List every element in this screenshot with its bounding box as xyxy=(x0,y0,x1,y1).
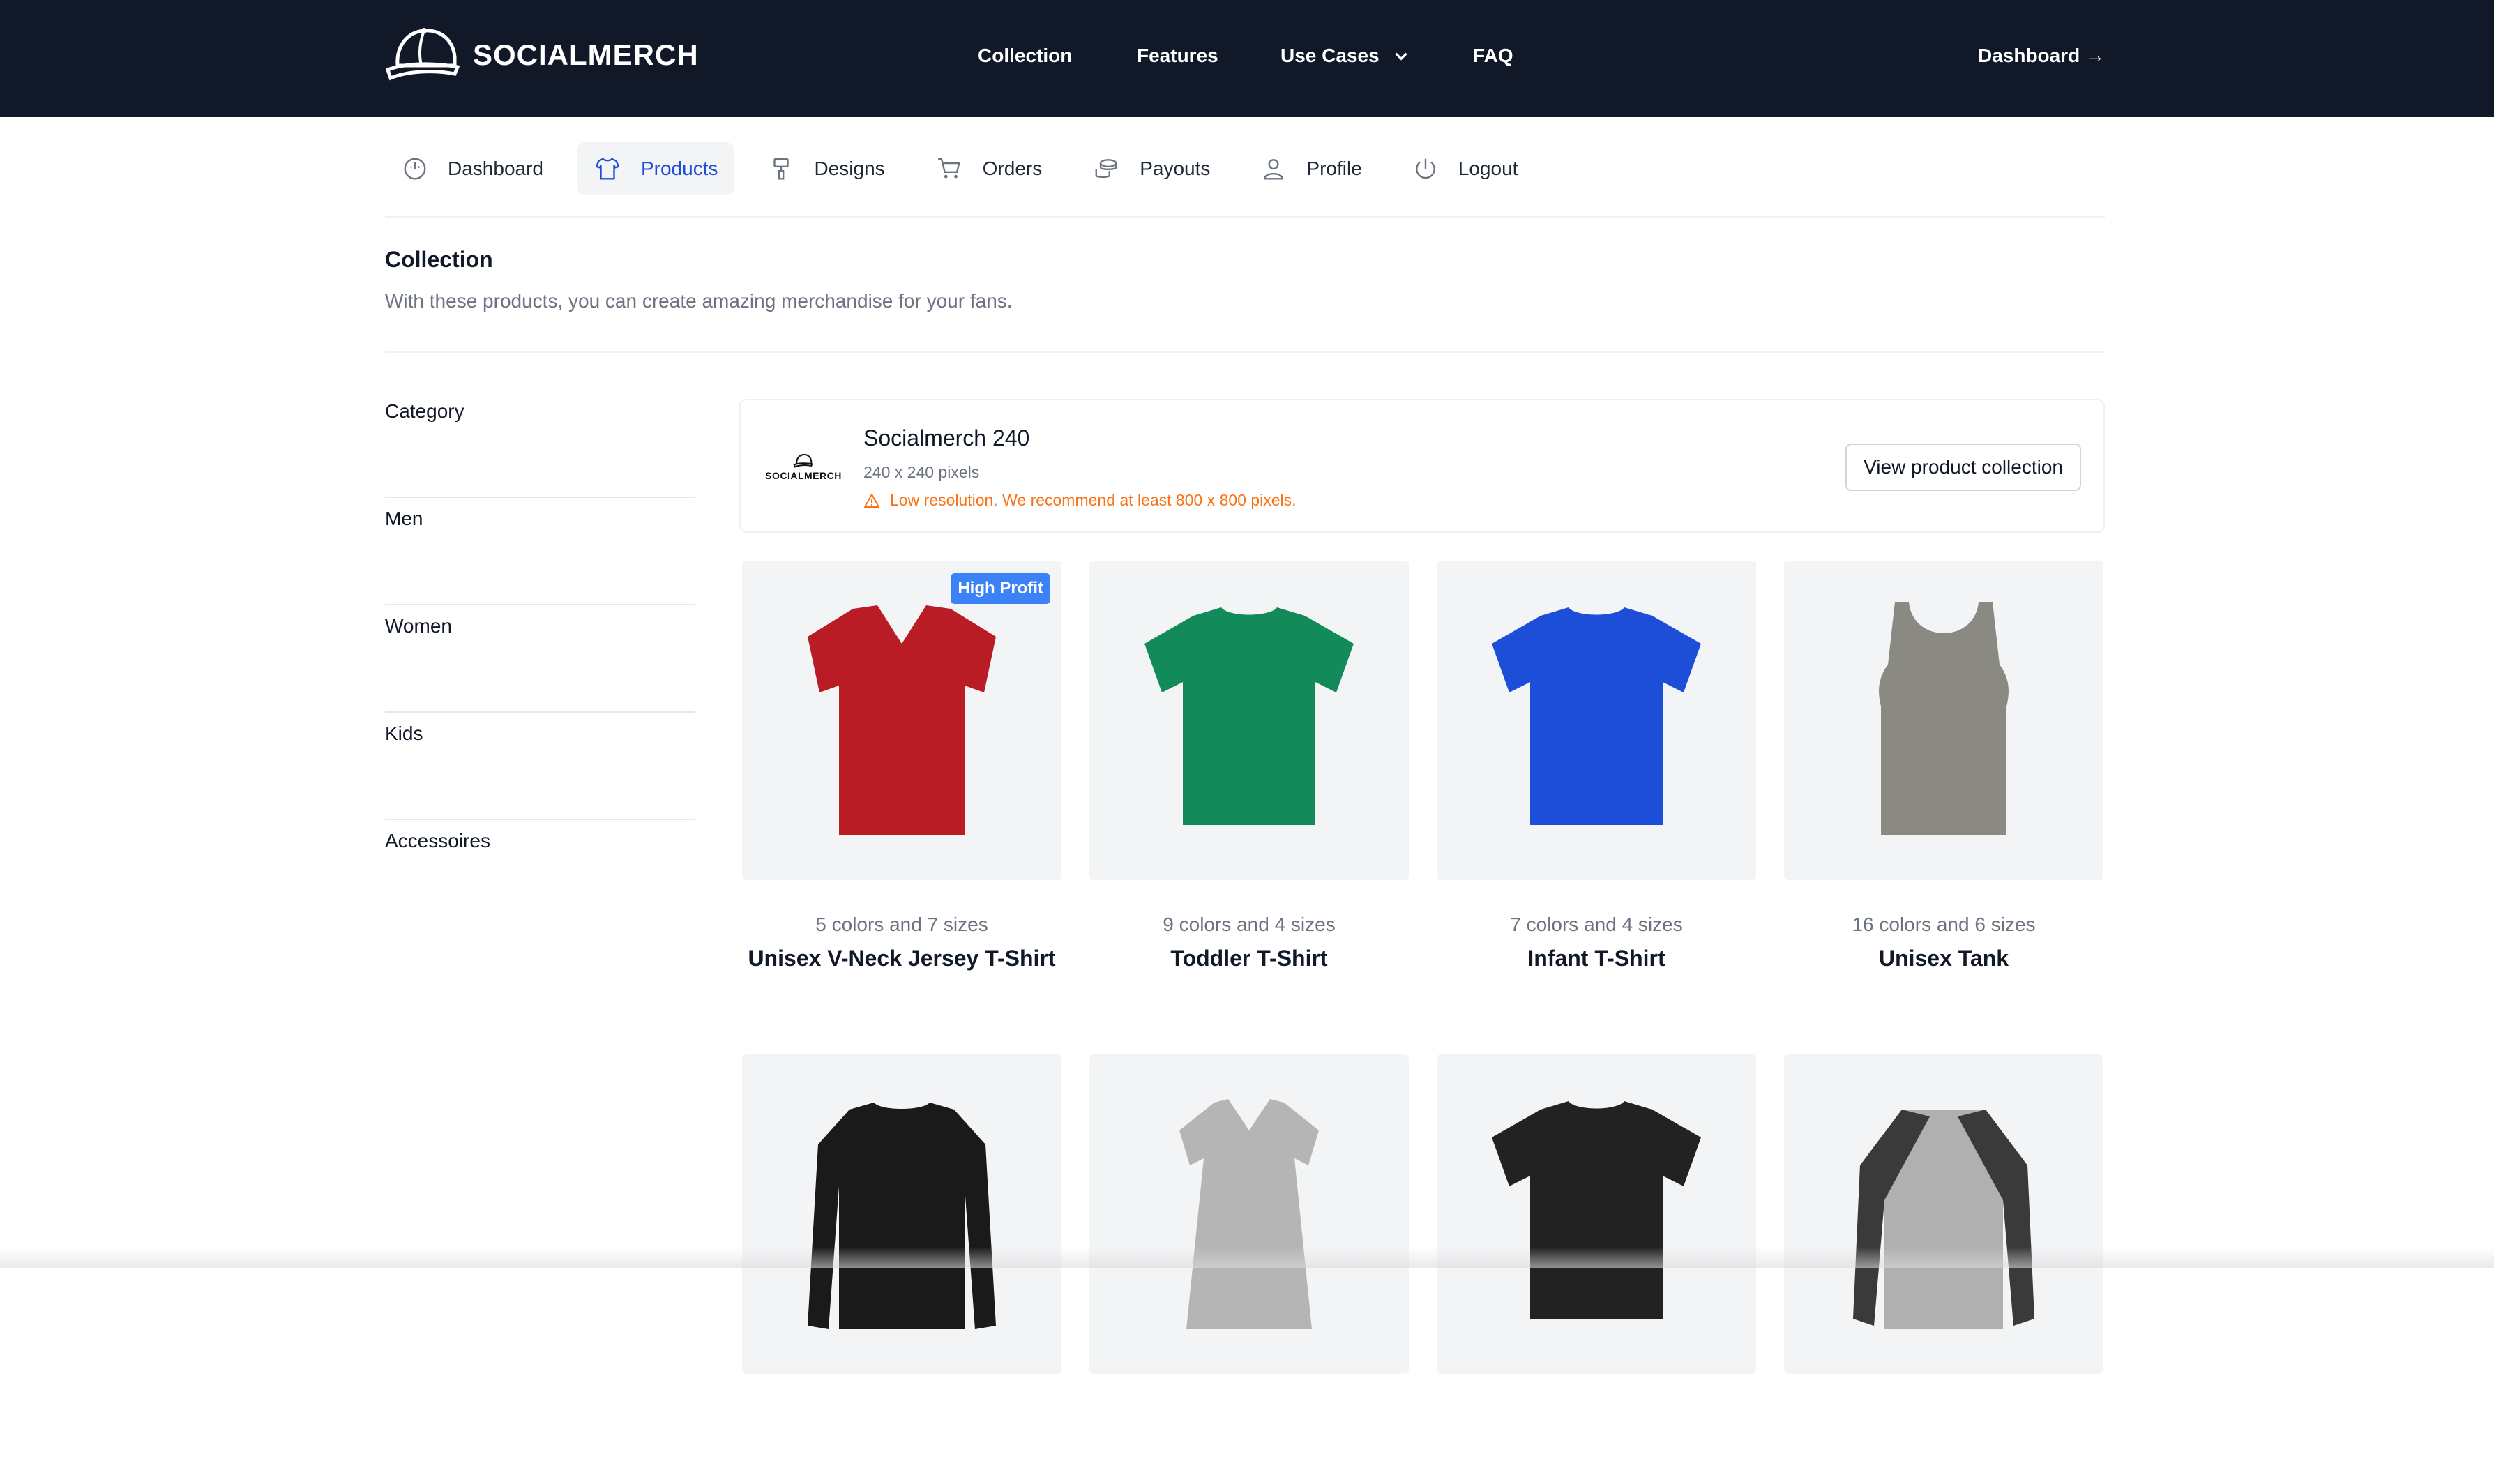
top-navbar: SOCIALMERCH Collection Features Use Case… xyxy=(0,0,2494,117)
brand-name: SOCIALMERCH xyxy=(473,38,699,71)
product-name[interactable] xyxy=(1089,1407,1409,1484)
high-profit-badge: High Profit xyxy=(951,573,1050,604)
product-name[interactable] xyxy=(1784,1407,2103,1484)
page-title: Collection xyxy=(385,247,493,272)
product-image[interactable] xyxy=(1784,561,2103,880)
topnav-faq[interactable]: FAQ xyxy=(1473,0,1513,112)
cap-icon xyxy=(385,28,460,81)
tab-label: Payouts xyxy=(1140,158,1211,179)
topnav-label: FAQ xyxy=(1473,45,1513,66)
dashboard-link[interactable]: Dashboard → xyxy=(1978,0,2105,112)
bottom-shadow xyxy=(0,1247,2494,1268)
tab-dashboard[interactable]: Dashboard xyxy=(385,142,560,195)
page-subtitle: With these products, you can create amaz… xyxy=(385,290,1013,312)
product-variants: 5 colors and 7 sizes xyxy=(815,914,988,935)
topnav-use-cases[interactable]: Use Cases xyxy=(1280,0,1410,112)
tab-label: Logout xyxy=(1458,158,1518,179)
warning-text: Low resolution. We recommend at least 80… xyxy=(890,491,1297,509)
product-variants: 16 colors and 6 sizes xyxy=(1852,914,2036,935)
product-grid: High Profit 5 colors and 7 sizes Unisex … xyxy=(742,561,2103,1484)
store-logo-text: SOCIALMERCH xyxy=(765,470,842,481)
dashboard-link-label: Dashboard → xyxy=(1977,45,2105,66)
shirt-image xyxy=(1144,607,1354,825)
divider xyxy=(385,351,2105,353)
tshirt-icon xyxy=(595,158,620,180)
shirt-image xyxy=(1853,1110,2034,1329)
product-card[interactable] xyxy=(1089,1054,1409,1484)
product-image[interactable] xyxy=(1437,561,1756,880)
tab-logout[interactable]: Logout xyxy=(1396,142,1535,195)
paint-roller-icon xyxy=(773,158,789,180)
product-card[interactable]: High Profit 5 colors and 7 sizes Unisex … xyxy=(742,561,1061,1022)
topnav-features[interactable]: Features xyxy=(1137,0,1218,112)
topnav-label: Use Cases xyxy=(1280,45,1380,66)
product-image[interactable] xyxy=(1089,561,1409,880)
tab-payouts[interactable]: Payouts xyxy=(1075,142,1227,195)
product-name[interactable]: Unisex V-Neck Jersey T-Shirt xyxy=(742,946,1061,1022)
product-card[interactable]: 7 colors and 4 sizes Infant T-Shirt xyxy=(1437,561,1756,1022)
cap-icon xyxy=(793,454,813,468)
shirt-image xyxy=(1879,602,2009,835)
product-variants: 9 colors and 4 sizes xyxy=(1163,914,1336,935)
store-logo: SOCIALMERCH xyxy=(764,445,842,490)
sidebar-item-accessoires[interactable]: Accessoires xyxy=(385,820,695,927)
view-product-collection-button[interactable]: View product collection xyxy=(1845,444,2081,491)
sidebar-item-men[interactable]: Men xyxy=(385,498,695,605)
tab-label: Orders xyxy=(982,158,1043,179)
sidebar-item-category[interactable]: Category xyxy=(385,391,695,498)
product-image[interactable] xyxy=(1089,1054,1409,1374)
product-name[interactable] xyxy=(1437,1407,1756,1484)
topnav-label: Collection xyxy=(978,45,1073,66)
gauge-icon xyxy=(404,158,426,180)
warning-icon xyxy=(864,493,879,508)
shirt-image xyxy=(1492,1101,1701,1319)
product-card[interactable] xyxy=(742,1054,1061,1484)
tab-profile[interactable]: Profile xyxy=(1244,142,1378,195)
tab-label: Dashboard xyxy=(448,158,543,179)
product-image[interactable] xyxy=(1784,1054,2103,1374)
tab-label: Products xyxy=(640,158,718,179)
tab-products[interactable]: Products xyxy=(576,142,735,195)
divider xyxy=(385,216,2105,218)
product-name[interactable]: Infant T-Shirt xyxy=(1437,946,1756,1022)
topnav-collection[interactable]: Collection xyxy=(978,0,1072,112)
shirt-image xyxy=(1492,607,1701,825)
resolution-warning: Low resolution. We recommend at least 80… xyxy=(863,491,1297,510)
coins-icon xyxy=(1095,159,1117,179)
brand-logo[interactable]: SOCIALMERCH xyxy=(385,25,699,85)
shirt-image xyxy=(1179,1099,1319,1329)
category-sidebar: Category Men Women Kids Accessoires xyxy=(385,391,695,927)
sidebar-item-kids[interactable]: Kids xyxy=(385,713,695,820)
shirt-image xyxy=(808,605,996,835)
chevron-down-icon xyxy=(1394,52,1407,61)
topnav-label: Features xyxy=(1137,45,1218,66)
product-card[interactable] xyxy=(1784,1054,2103,1484)
user-icon xyxy=(1264,159,1284,180)
product-card[interactable]: 9 colors and 4 sizes Toddler T-Shirt xyxy=(1089,561,1409,1022)
product-image[interactable] xyxy=(1437,1054,1756,1374)
product-variants: 7 colors and 4 sizes xyxy=(1510,914,1683,935)
account-tabs: Dashboard Products Designs Orders Payout… xyxy=(385,142,1551,195)
tab-label: Profile xyxy=(1306,158,1362,179)
product-name[interactable]: Unisex Tank xyxy=(1784,946,2103,1022)
store-resolution: 240 x 240 pixels xyxy=(863,463,980,481)
product-card[interactable] xyxy=(1437,1054,1756,1484)
shirt-image xyxy=(808,1103,996,1329)
product-image[interactable] xyxy=(742,1054,1061,1374)
product-image[interactable]: High Profit xyxy=(742,561,1061,880)
product-name[interactable]: Toddler T-Shirt xyxy=(1089,946,1409,1022)
store-card: SOCIALMERCH Socialmerch 240 240 x 240 pi… xyxy=(739,399,2105,533)
sidebar-item-women[interactable]: Women xyxy=(385,605,695,713)
power-icon xyxy=(1415,158,1435,179)
tab-orders[interactable]: Orders xyxy=(919,142,1059,195)
store-name: Socialmerch 240 xyxy=(863,425,1030,450)
product-name[interactable] xyxy=(742,1407,1061,1484)
tab-designs[interactable]: Designs xyxy=(751,142,901,195)
tab-label: Designs xyxy=(814,158,885,179)
product-card[interactable]: 16 colors and 6 sizes Unisex Tank xyxy=(1784,561,2103,1022)
cart-icon xyxy=(937,158,960,179)
